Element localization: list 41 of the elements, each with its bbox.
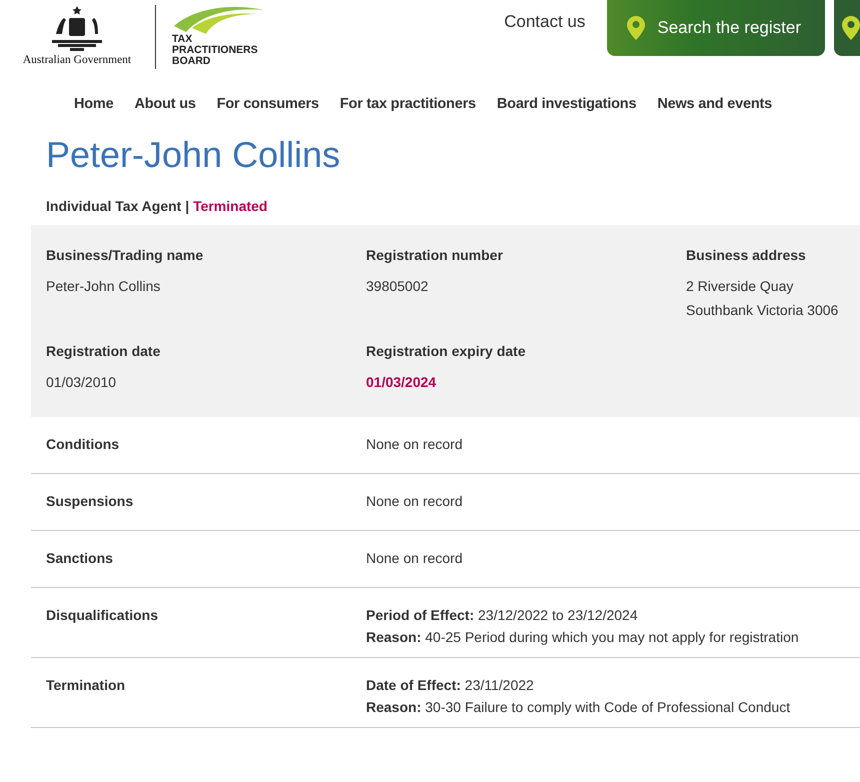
nav-link[interactable]: About us [134,96,196,112]
nav-link[interactable]: For consumers [216,96,319,112]
field-label: Business address [686,247,807,263]
field-value: Peter-John Collins [46,277,162,295]
record-detail: Period of Effect: 23/12/2022 to 23/12/2024 [366,607,639,623]
field-value: 39805002 [366,277,430,295]
government-name: Australian Government [22,54,132,66]
field-value: 01/03/2024 [366,373,438,391]
record-label: Disqualifications [46,607,160,625]
record-value: None on record [366,493,464,511]
agent-type: Individual Tax Agent | Terminated [46,198,268,214]
record-label: Suspensions [46,493,134,511]
field-value: 01/03/2010 [46,373,118,391]
nav-link[interactable]: Home [74,96,114,112]
record-value: None on record [366,550,464,568]
record-label: Sanctions [46,550,114,568]
search-register-button[interactable]: Search the register [607,0,825,56]
nav-link[interactable]: News and events [657,96,772,112]
contact-link[interactable]: Contact us [504,12,586,32]
field-label: Registration number [366,247,504,263]
field-label: Registration date [46,343,162,359]
field-value: 2 Riverside Quay [686,277,794,295]
record-detail: Date of Effect: 23/11/2022 [366,677,535,693]
nav-link[interactable]: Board investigations [496,96,636,112]
board-name: PRACTITIONERS [172,45,259,56]
record-detail: Reason: 40-25 Period during which you may not apply for registration [366,629,800,645]
board-name: BOARD [172,56,212,67]
record-label: Termination [46,677,126,695]
nav-link[interactable]: For tax practitioners [340,96,476,112]
record-label: Conditions [46,436,120,454]
page-title: Peter-John Collins [46,134,342,176]
record-value: None on record [366,436,464,454]
location-pin-icon [627,16,646,40]
location-pin-icon [842,16,860,40]
field-label: Business/Trading name [46,247,204,263]
field-value: Southbank Victoria 3006 [686,301,840,319]
board-name: TAX [172,34,194,45]
field-label: Registration expiry date [366,343,526,359]
header-button[interactable] [834,0,860,56]
record-detail: Reason: 30-30 Failure to comply with Code of Professional Conduct [366,699,792,715]
swoosh-logo-icon [172,4,264,34]
